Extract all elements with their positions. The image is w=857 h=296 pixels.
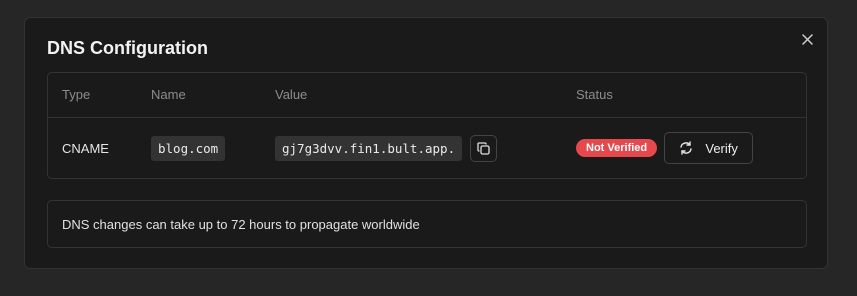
column-header-status: Status [576, 87, 613, 102]
propagation-note-text: DNS changes can take up to 72 hours to p… [62, 216, 420, 232]
copy-value-button[interactable] [470, 134, 498, 162]
record-name: blog.com [151, 135, 226, 161]
record-value: gj7g3dvv.fin1.bult.app. [275, 135, 463, 161]
propagation-note: DNS changes can take up to 72 hours to p… [47, 200, 807, 248]
record-type: CNAME [62, 140, 109, 156]
copy-icon [477, 141, 490, 155]
column-header-value: Value [275, 87, 308, 102]
refresh-icon [680, 141, 693, 155]
dialog-title: DNS Configuration [47, 38, 208, 58]
dns-configuration-dialog: DNS Configuration Type Name Value Status… [24, 17, 828, 269]
type-cell: CNAME [62, 117, 109, 179]
close-button[interactable] [799, 31, 815, 47]
name-cell: blog.com [151, 117, 226, 179]
column-header-name: Name [151, 87, 186, 102]
verify-button[interactable]: Verify [664, 132, 754, 164]
value-cell: gj7g3dvv.fin1.bult.app. [275, 117, 498, 179]
close-icon [801, 33, 813, 45]
table-header: Type Name Value Status [48, 73, 806, 118]
verify-label: Verify [705, 140, 738, 156]
status-cell: Not Verified Verify [576, 117, 754, 179]
dns-records-table: Type Name Value Status CNAME blog.com gj… [47, 72, 807, 179]
column-header-type: Type [62, 87, 91, 102]
status-badge: Not Verified [576, 139, 658, 157]
table-row: CNAME blog.com gj7g3dvv.fin1.bult.app. N… [48, 117, 806, 179]
